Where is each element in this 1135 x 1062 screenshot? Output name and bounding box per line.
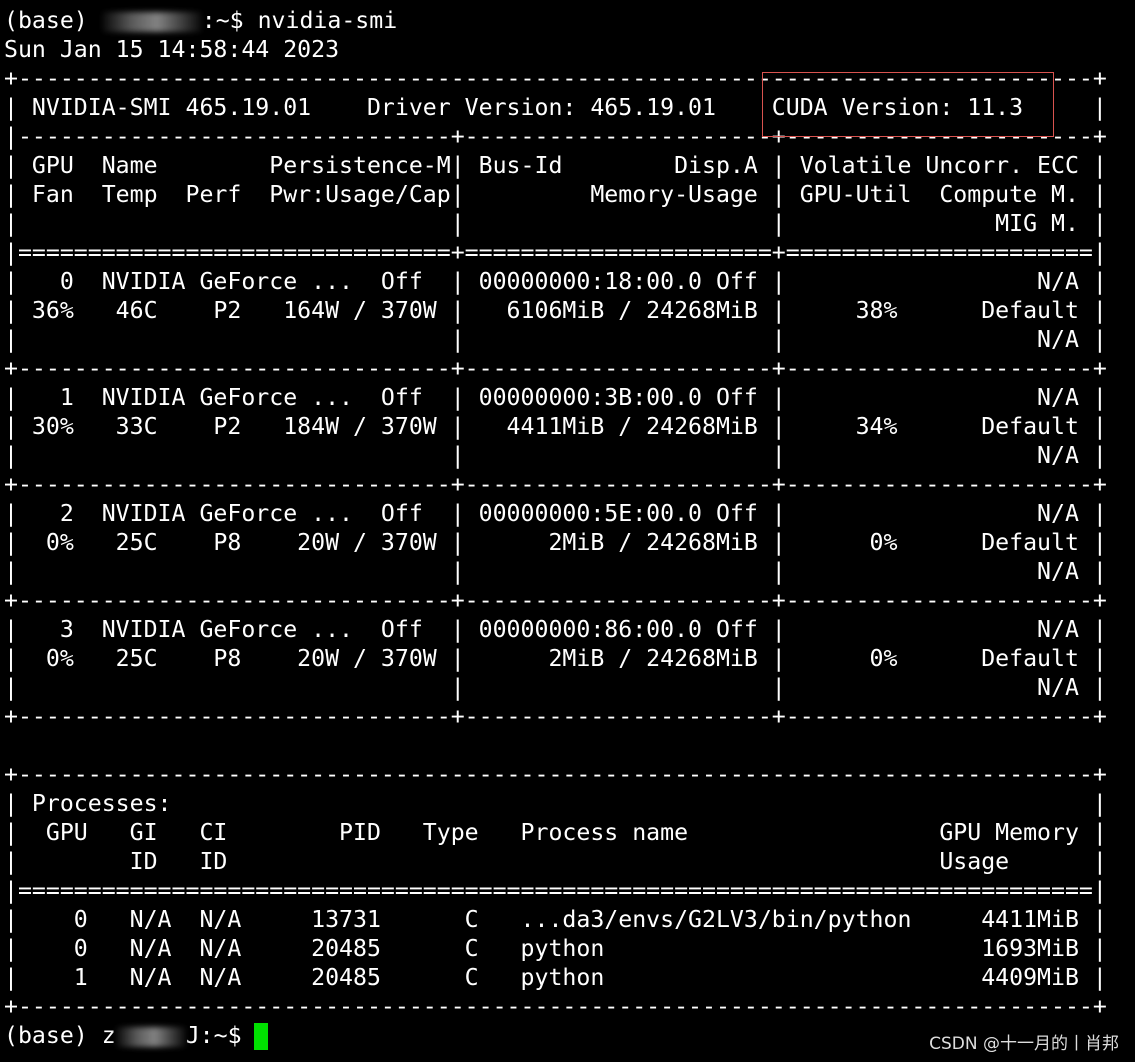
smi-line: | 36% 46C P2 164W / 370W | 6106MiB / 242…: [4, 297, 1107, 324]
smi-line: +-------------------------------+-------…: [4, 587, 1107, 614]
smi-line: | 0 N/A N/A 13731 C ...da3/envs/G2LV3/bi…: [4, 906, 1107, 933]
smi-line: | 3 NVIDIA GeForce ... Off | 00000000:86…: [4, 616, 1107, 643]
smi-line: | 2 NVIDIA GeForce ... Off | 00000000:5E…: [4, 500, 1107, 527]
smi-line: +---------------------------------------…: [4, 993, 1107, 1020]
prompt-line-bottom[interactable]: (base) z J:~$: [4, 1021, 268, 1050]
smi-line: | 0% 25C P8 20W / 370W | 2MiB / 24268MiB…: [4, 645, 1107, 672]
prompt-command: :~$ nvidia-smi: [201, 7, 398, 34]
smi-line: | Fan Temp Perf Pwr:Usage/Cap| Memory-Us…: [4, 181, 1107, 208]
smi-line: | | | N/A |: [4, 674, 1107, 701]
smi-line: | | | N/A |: [4, 326, 1107, 353]
prompt-prefix: (base) z: [4, 1022, 116, 1049]
smi-line: | 1 NVIDIA GeForce ... Off | 00000000:3B…: [4, 384, 1107, 411]
smi-line: | 0 N/A N/A 20485 C python 1693MiB |: [4, 935, 1107, 962]
smi-line: +-------------------------------+-------…: [4, 471, 1107, 498]
smi-line: | GPU GI CI PID Type Process name GPU Me…: [4, 819, 1107, 846]
smi-line: +-------------------------------+-------…: [4, 703, 1107, 730]
timestamp: Sun Jan 15 14:58:44 2023: [4, 36, 340, 63]
terminal-window[interactable]: (base) :~$ nvidia-smi Sun Jan 15 14:58:4…: [0, 0, 1135, 1062]
smi-line: | 0% 25C P8 20W / 370W | 2MiB / 24268MiB…: [4, 529, 1107, 556]
smi-line: | ID ID Usage |: [4, 848, 1107, 875]
smi-line: | 1 N/A N/A 20485 C python 4409MiB |: [4, 964, 1107, 991]
smi-line: | Processes: |: [4, 790, 1107, 817]
watermark: CSDN @十一月的丨肖邦: [929, 1034, 1119, 1054]
redacted-hostname: [101, 11, 202, 32]
terminal-cursor: [253, 1023, 268, 1050]
redacted-hostname: [115, 1026, 186, 1047]
smi-line: +---------------------------------------…: [4, 761, 1107, 788]
prompt-suffix: J:~$: [185, 1022, 242, 1049]
prompt-line-top: (base) :~$ nvidia-smi: [4, 6, 397, 35]
smi-line: |===============================+=======…: [4, 239, 1107, 266]
cuda-version-highlight: [762, 72, 1054, 137]
smi-line: | GPU Name Persistence-M| Bus-Id Disp.A …: [4, 152, 1107, 179]
smi-line: | 0 NVIDIA GeForce ... Off | 00000000:18…: [4, 268, 1107, 295]
smi-line: | | | MIG M. |: [4, 210, 1107, 237]
smi-line: | | | N/A |: [4, 442, 1107, 469]
smi-line: +-------------------------------+-------…: [4, 355, 1107, 382]
smi-line: | | | N/A |: [4, 558, 1107, 585]
smi-line: | 30% 33C P2 184W / 370W | 4411MiB / 242…: [4, 413, 1107, 440]
prompt-prefix: (base): [4, 7, 102, 34]
smi-line: |=======================================…: [4, 877, 1107, 904]
